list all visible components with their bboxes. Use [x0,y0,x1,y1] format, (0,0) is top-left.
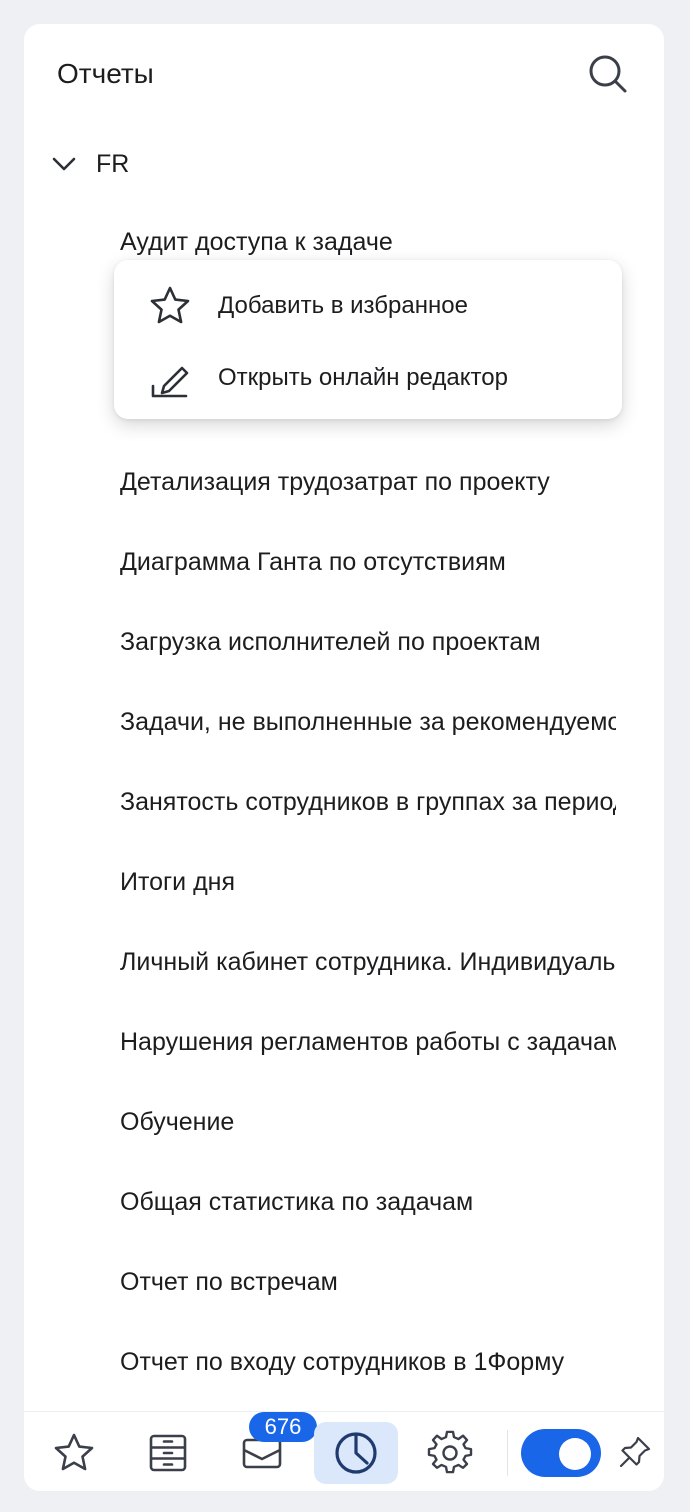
archive-button[interactable] [126,1422,210,1484]
pie-chart-clock-icon [335,1432,377,1474]
star-outline-icon [54,1433,94,1471]
reports-button[interactable] [314,1422,398,1484]
settings-button[interactable] [408,1422,492,1484]
report-item[interactable]: Обучение [120,1100,616,1144]
chevron-down-icon [48,148,80,180]
report-item[interactable]: Занятость сотрудников в группах за перио… [120,780,616,824]
menu-item-label: Добавить в избранное [218,292,468,319]
search-button[interactable] [584,52,632,96]
context-menu: Добавить в избранное Открыть онлайн реда… [114,260,622,419]
report-item[interactable]: Нарушения регламентов работы с задачами [120,1020,616,1064]
favorites-button[interactable] [32,1422,116,1484]
star-outline-icon [146,282,194,330]
report-item[interactable]: Итоги дня [120,860,616,904]
report-item[interactable]: Загрузка исполнителей по проектам [120,620,616,664]
pin-button[interactable] [613,1430,657,1474]
gear-icon [427,1430,473,1474]
report-item[interactable]: Диаграмма Ганта по отсутствиям [120,540,616,584]
page-title: Отчеты [57,58,154,89]
group-toggle-fr[interactable]: FR [48,142,129,186]
toolbar-divider [507,1430,508,1476]
report-item[interactable]: Общая статистика по задачам [120,1180,616,1224]
pin-icon [619,1436,651,1468]
report-item[interactable]: Личный кабинет сотрудника. Индивидуальны… [120,940,616,984]
report-item[interactable]: Задачи, не выполненные за рекомендуемое … [120,700,616,744]
pencil-edit-icon [146,354,194,402]
report-item[interactable]: Детализация трудозатрат по проекту [120,460,616,504]
panel-header: Отчеты [24,24,664,124]
add-to-favorites-menu-item[interactable]: Добавить в избранное [114,274,622,338]
report-item[interactable]: Аудит доступа к задаче [120,220,616,264]
menu-item-label: Открыть онлайн редактор [218,364,508,391]
reports-panel: Отчеты FR Аудит доступа к задаче Детализ… [24,24,664,1491]
report-item[interactable]: Отчет по встречам [120,1260,616,1304]
group-label: FR [96,149,130,178]
bottom-toolbar: 676 [24,1411,664,1491]
mail-count-badge: 676 [249,1412,317,1442]
search-icon [589,55,627,93]
toggle-switch[interactable] [521,1429,601,1477]
open-online-editor-menu-item[interactable]: Открыть онлайн редактор [114,346,622,410]
report-item[interactable]: Отчет по входу сотрудников в 1Форму [120,1340,616,1384]
archive-drawer-icon [149,1434,187,1472]
toggle-knob [559,1438,591,1470]
